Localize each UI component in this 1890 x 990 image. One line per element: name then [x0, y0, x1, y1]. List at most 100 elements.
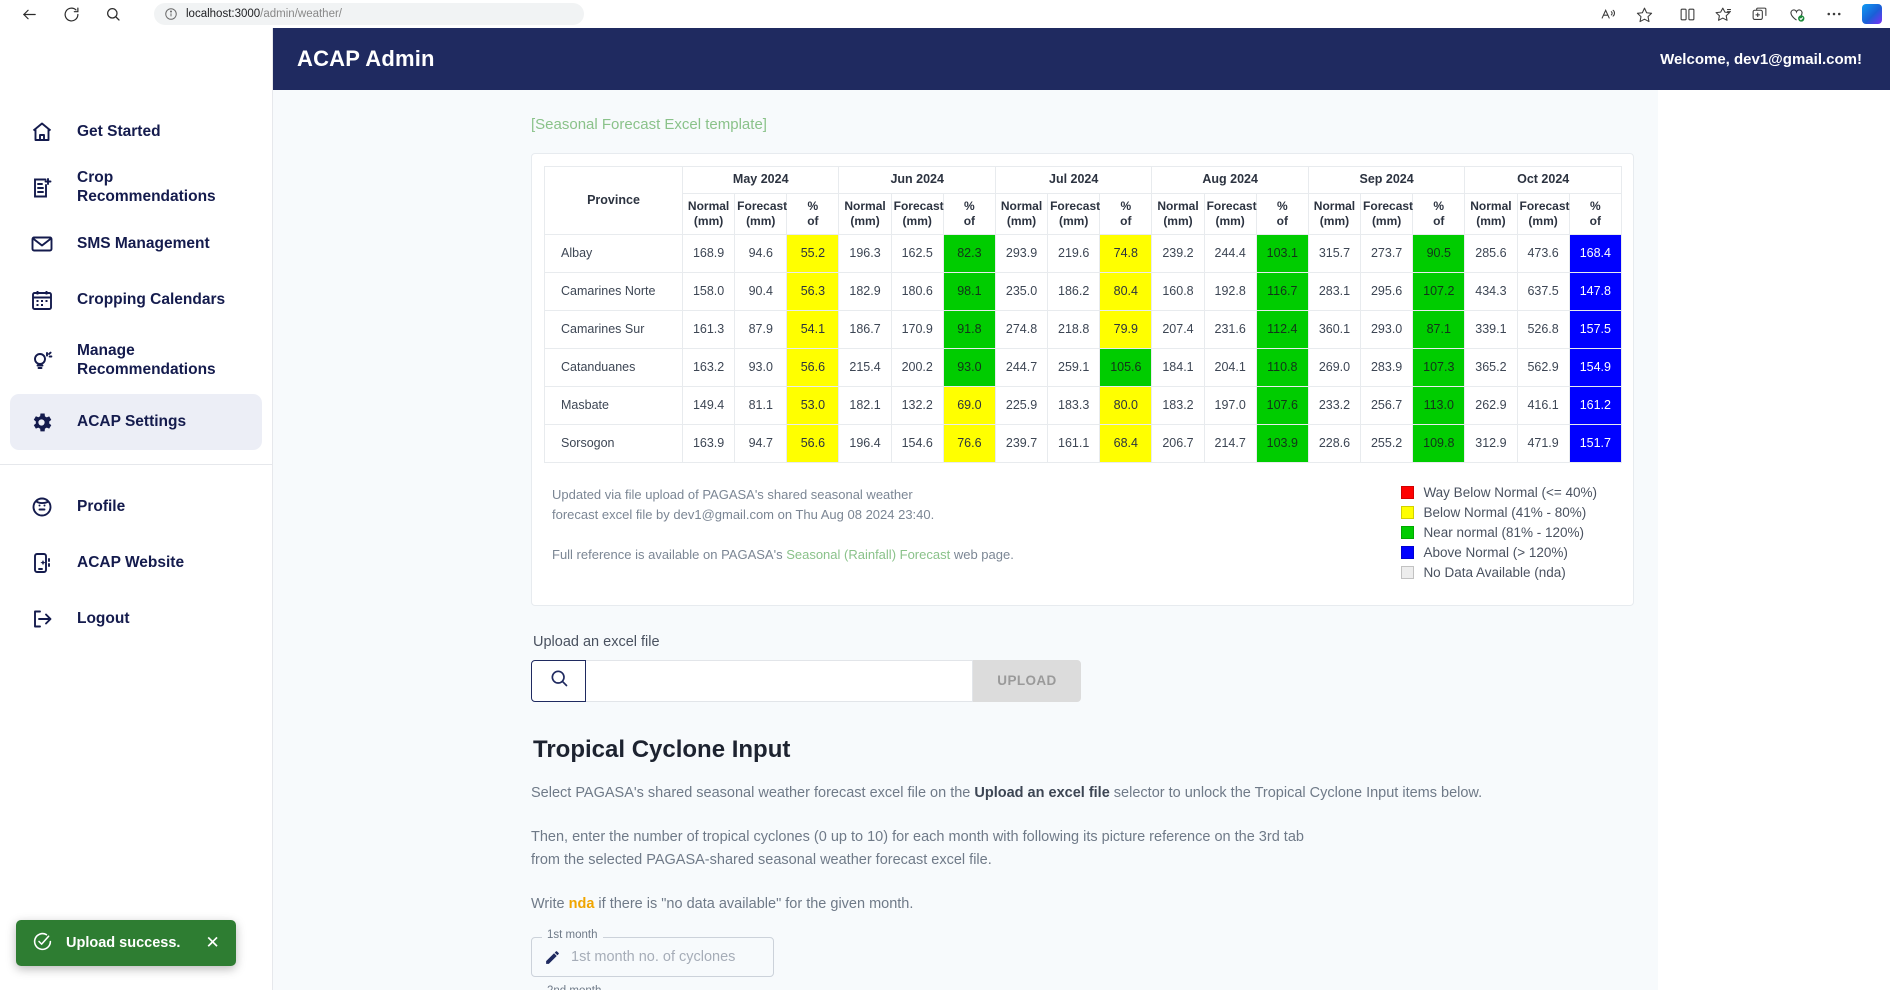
cell-forecast: 183.3	[1047, 385, 1101, 425]
tropical-paragraph-1: Select PAGASA's shared seasonal weather …	[531, 782, 1658, 806]
cell-normal: 239.2	[1151, 233, 1205, 273]
app-page: Get Started Crop Recommendations SMS Man…	[0, 28, 1890, 990]
seasonal-rainfall-forecast-link[interactable]: Seasonal (Rainfall) Forecast	[786, 547, 950, 562]
cell-pct-of-normal: 103.1	[1255, 233, 1309, 273]
tc-p1-bold: Upload an excel file	[974, 784, 1110, 801]
cell-normal: 228.6	[1307, 423, 1362, 463]
card-footer: Updated via file upload of PAGASA's shar…	[544, 463, 1621, 591]
color-legend: Way Below Normal (<= 40%) Below Normal (4…	[1401, 485, 1615, 585]
cell-normal: 168.9	[681, 233, 736, 273]
cell-pct-of-normal: 161.2	[1568, 385, 1623, 425]
cell-normal: 225.9	[994, 385, 1049, 425]
sidebar-item-sms-management[interactable]: SMS Management	[10, 216, 262, 272]
cell-normal: 312.9	[1464, 423, 1518, 463]
cell-forecast: 473.6	[1516, 233, 1570, 273]
browser-actions-pill	[1593, 3, 1660, 25]
upload-button[interactable]: UPLOAD	[973, 659, 1081, 702]
sidebar-item-crop-recommendations[interactable]: Crop Recommendations	[10, 160, 262, 216]
forecast-table: Province May 2024 Jun 2024 Jul 2024 Aug …	[544, 166, 1623, 463]
sidebar-item-label: Get Started	[77, 122, 161, 140]
tc-p3-a: Write	[531, 896, 569, 913]
tc-p3-c: if there is "no data available" for the …	[594, 896, 914, 913]
forecast-card: Province May 2024 Jun 2024 Jul 2024 Aug …	[531, 153, 1634, 606]
shopping-heart-icon[interactable]	[1787, 5, 1806, 24]
cell-normal: 196.4	[838, 423, 892, 463]
tc-p1-a: Select PAGASA's shared seasonal weather …	[531, 784, 975, 801]
cell-normal: 274.8	[994, 309, 1049, 349]
search-icon[interactable]	[102, 3, 124, 25]
updated-paragraph: Updated via file upload of PAGASA's shar…	[552, 485, 1014, 525]
legend-item: No Data Available (nda)	[1401, 565, 1597, 580]
header-month: May 2024	[681, 166, 840, 194]
sidebar-item-acap-website[interactable]: ACAP Website	[10, 535, 262, 591]
copilot-icon[interactable]	[1862, 4, 1882, 24]
address-bar[interactable]: localhost:3000/admin/weather/	[154, 3, 584, 25]
split-screen-icon[interactable]	[1679, 6, 1696, 23]
cell-forecast: 90.4	[734, 271, 788, 311]
cell-forecast: 200.2	[890, 347, 944, 387]
cell-forecast: 192.8	[1203, 271, 1257, 311]
cell-pct-of-normal: 82.3	[942, 233, 996, 273]
back-arrow-icon[interactable]	[18, 3, 40, 25]
browser-toolbar: localhost:3000/admin/weather/	[0, 0, 1890, 28]
table-row: Catanduanes 163.2 93.0 56.6 215.4 200.2 93.0 24…	[544, 347, 1623, 387]
table-row: Masbate 149.4 81.1 53.0 182.1 132.2 69.0 225.9 1…	[544, 385, 1623, 425]
seasonal-forecast-template-link[interactable]: [Seasonal Forecast Excel template]	[531, 116, 767, 133]
header-forecast: Forecast (mm)	[890, 192, 944, 235]
cell-pct-of-normal: 107.2	[1412, 271, 1466, 311]
header-normal: Normal (mm)	[1307, 192, 1362, 235]
toast-message: Upload success.	[66, 935, 181, 951]
cell-forecast: 218.8	[1047, 309, 1101, 349]
sidebar-item-label: Cropping Calendars	[77, 290, 226, 308]
file-browse-button[interactable]	[531, 659, 586, 702]
table-row: Camarines Sur 161.3 87.9 54.1 186.7 170.9 91.8…	[544, 309, 1623, 349]
table-header-row-months: Province May 2024 Jun 2024 Jul 2024 Aug …	[544, 166, 1622, 235]
cell-forecast: 93.0	[734, 347, 788, 387]
browser-essentials-icon[interactable]	[1751, 6, 1768, 23]
cell-pct-of-normal: 80.0	[1099, 385, 1153, 425]
reload-icon[interactable]	[60, 3, 82, 25]
cell-normal: 315.7	[1307, 233, 1362, 273]
calendar-icon	[28, 287, 55, 314]
sidebar-item-manage-recommendations[interactable]: Manage Recommendations	[10, 328, 262, 394]
cell-normal: 160.8	[1151, 271, 1205, 311]
tropical-paragraph-2: Then, enter the number of tropical cyclo…	[531, 826, 1658, 874]
upload-file-input[interactable]	[586, 659, 973, 702]
legend-item: Above Normal (> 120%)	[1401, 545, 1597, 560]
cell-forecast: 231.6	[1203, 309, 1257, 349]
collections-icon[interactable]	[1715, 6, 1732, 23]
first-month-field[interactable]: 1st month no. of cyclones	[531, 937, 774, 978]
sidebar-item-acap-settings[interactable]: ACAP Settings	[10, 394, 262, 450]
cell-normal: 149.4	[681, 385, 736, 425]
read-aloud-icon[interactable]	[1600, 6, 1617, 23]
reference-prefix: Full reference is available on PAGASA's	[552, 546, 787, 562]
sidebar-item-label: Manage Recommendations	[77, 342, 216, 378]
cell-forecast: 170.9	[890, 309, 944, 349]
sidebar-item-logout[interactable]: Logout	[10, 591, 262, 647]
reference-paragraph: Full reference is available on PAGASA's …	[552, 545, 1014, 565]
browser-nav-buttons	[10, 3, 124, 25]
cell-forecast: 94.7	[734, 423, 788, 463]
first-month-placeholder: 1st month no. of cyclones	[571, 949, 736, 966]
cell-forecast: 256.7	[1360, 385, 1414, 425]
star-icon[interactable]	[1636, 6, 1653, 23]
more-options-icon[interactable]	[1825, 5, 1843, 23]
cell-pct-of-normal: 103.9	[1255, 423, 1309, 463]
sidebar-item-profile[interactable]: Profile	[10, 479, 262, 535]
close-icon[interactable]: ✕	[205, 933, 219, 953]
updated-line-2: forecast excel file by dev1@gmail.com on…	[552, 506, 935, 522]
header-normal: Normal (mm)	[681, 192, 736, 235]
cell-forecast: 471.9	[1516, 423, 1570, 463]
header-forecast: Forecast (mm)	[1203, 192, 1257, 235]
cell-province: Camarines Norte	[544, 271, 683, 311]
cell-normal: 158.0	[681, 271, 736, 311]
cell-pct-of-normal: 91.8	[942, 309, 996, 349]
sidebar-item-get-started[interactable]: Get Started	[10, 104, 262, 160]
sidebar-item-cropping-calendars[interactable]: Cropping Calendars	[10, 272, 262, 328]
cell-forecast: 255.2	[1360, 423, 1414, 463]
legend-color-swatch	[1401, 545, 1415, 559]
search-icon	[549, 668, 569, 693]
legend-label: Above Normal (> 120%)	[1423, 544, 1568, 560]
home-icon	[28, 119, 55, 146]
legend-color-swatch	[1401, 485, 1415, 499]
